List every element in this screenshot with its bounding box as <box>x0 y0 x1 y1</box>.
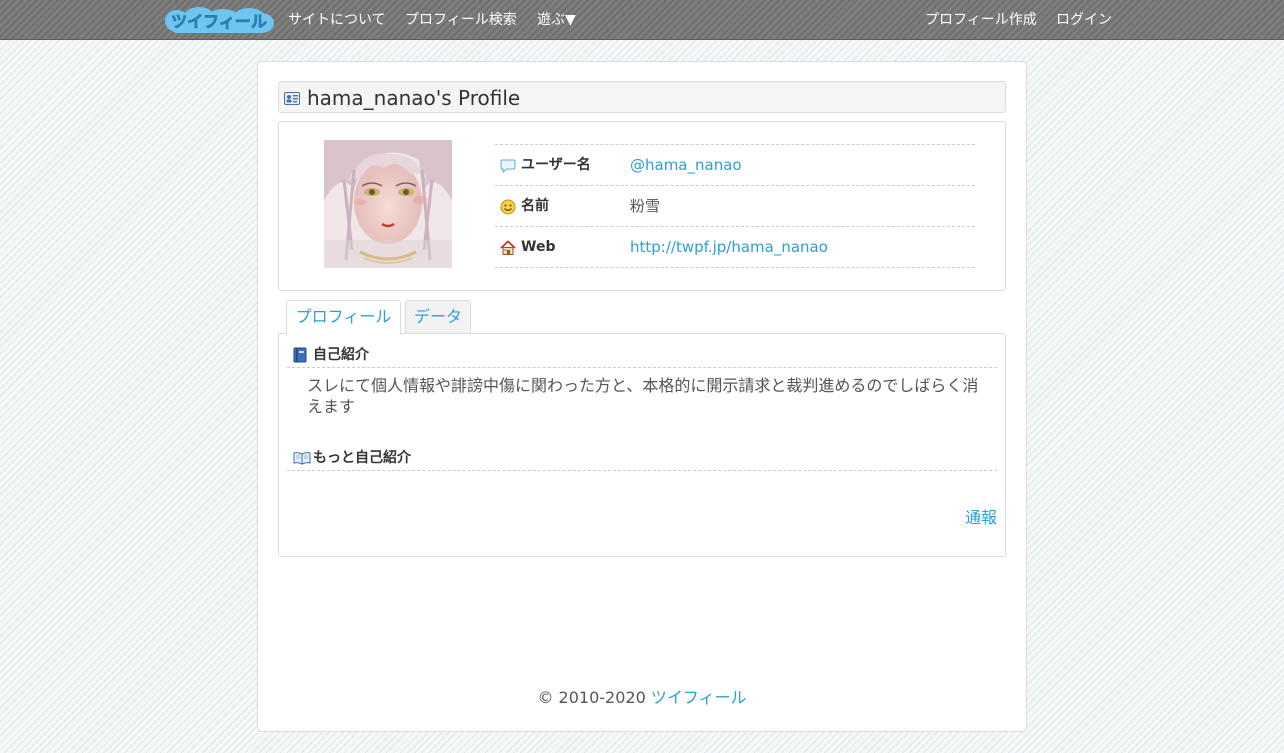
more-intro-section-header: もっと自己紹介 <box>287 447 997 471</box>
report-link[interactable]: 通報 <box>965 508 997 528</box>
notebook-icon <box>293 347 307 367</box>
smiley-icon <box>500 199 516 215</box>
avatar <box>324 140 452 268</box>
open-book-icon <box>293 450 311 469</box>
top-navbar: ツイフィール サイトについて プロフィール検索 遊ぶ▼ プロフィール作成 ログイ… <box>0 0 1284 40</box>
speech-bubble-icon <box>500 158 516 174</box>
svg-text:ツイフィール: ツイフィール <box>171 12 267 31</box>
profile-info-table: ユーザー名 @hama_nanao 名前 粉雪 Web http://twpf.… <box>495 144 975 268</box>
intro-text: スレにて個人情報や誹謗中傷に関わった方と、本格的に開示請求と裁判進めるのでしばら… <box>307 376 979 416</box>
intro-section-header: 自己紹介 <box>287 344 997 368</box>
house-icon <box>500 240 516 256</box>
footer: © 2010-2020 ツイフィール <box>258 688 1026 708</box>
tab-profile[interactable]: プロフィール <box>286 300 401 335</box>
profile-title: hama_nanao's Profile <box>307 86 521 110</box>
site-logo[interactable]: ツイフィール <box>163 6 275 35</box>
username-label: ユーザー名 <box>521 157 591 173</box>
profile-tab-panel: 自己紹介 スレにて個人情報や誹謗中傷に関わった方と、本格的に開示請求と裁判進める… <box>278 333 1006 557</box>
web-row: Web http://twpf.jp/hama_nanao <box>495 227 975 268</box>
name-value: 粉雪 <box>630 197 661 215</box>
nav-profile-search-link[interactable]: プロフィール検索 <box>405 11 517 29</box>
id-card-icon <box>284 90 300 109</box>
nav-about-link[interactable]: サイトについて <box>288 11 386 29</box>
nav-create-profile-link[interactable]: プロフィール作成 <box>925 11 1037 29</box>
main-container: hama_nanao's Profile ユーザー名 @hama_nanao 名… <box>257 61 1027 732</box>
name-row: 名前 粉雪 <box>495 186 975 227</box>
footer-site-link[interactable]: ツイフィール <box>651 688 747 707</box>
username-row: ユーザー名 @hama_nanao <box>495 145 975 186</box>
nav-play-dropdown[interactable]: 遊ぶ▼ <box>537 11 576 29</box>
profile-header: hama_nanao's Profile <box>278 81 1006 113</box>
web-label: Web <box>521 239 556 255</box>
username-link[interactable]: @hama_nanao <box>630 156 742 174</box>
web-link[interactable]: http://twpf.jp/hama_nanao <box>630 238 828 256</box>
more-intro-heading: もっと自己紹介 <box>313 450 411 466</box>
intro-heading: 自己紹介 <box>313 347 369 363</box>
profile-info-box: ユーザー名 @hama_nanao 名前 粉雪 Web http://twpf.… <box>278 121 1006 291</box>
nav-login-link[interactable]: ログイン <box>1056 11 1112 29</box>
tab-data[interactable]: データ <box>405 300 471 334</box>
name-label: 名前 <box>521 198 549 214</box>
footer-copyright: © 2010-2020 <box>537 688 646 707</box>
